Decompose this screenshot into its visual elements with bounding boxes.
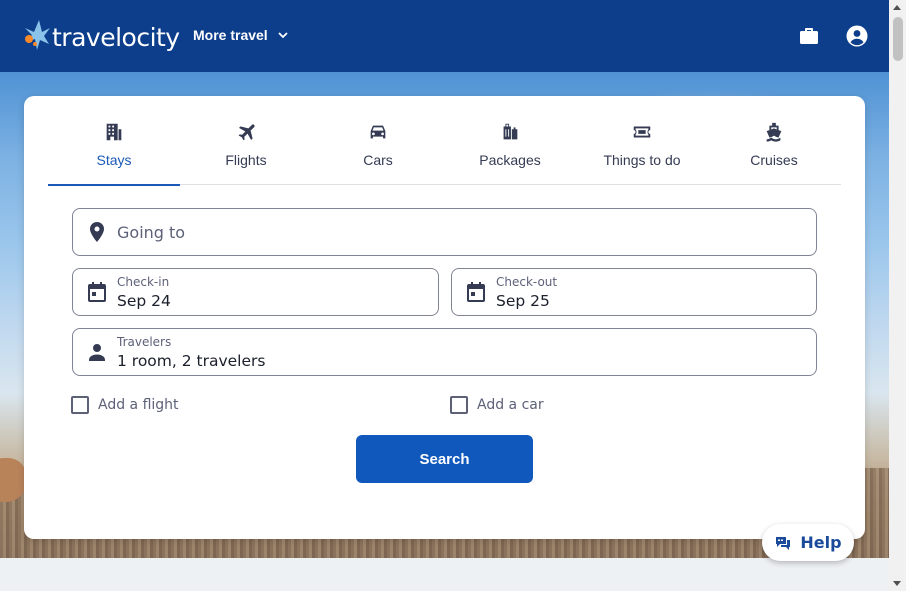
add-car-checkbox[interactable]: Add a car [450,396,544,414]
calendar-icon [466,281,486,305]
checkin-label: Check-in [117,275,170,289]
location-pin-icon [87,221,107,245]
briefcase-icon [800,28,818,44]
more-travel-label: More travel [193,27,268,43]
site-header: travelocity More travel [0,0,889,72]
travelers-label: Travelers [117,335,172,349]
page-scrollbar[interactable] [889,0,906,591]
account-button[interactable] [845,24,869,48]
tab-flights[interactable]: Flights [180,96,312,185]
chat-bubbles-icon [776,536,791,550]
travelers-value: 1 room, 2 travelers [117,352,266,370]
tab-cars[interactable]: Cars [312,96,444,185]
ship-icon [762,120,786,144]
travelocity-logo[interactable]: travelocity [22,18,180,54]
search-form-card: Stays Flights Cars Packages Things to do [24,96,865,539]
search-button[interactable]: Search [356,435,533,483]
add-flight-label: Add a flight [98,397,179,413]
scroll-up-arrow[interactable] [893,5,901,10]
luggage-icon [498,120,522,144]
tab-label: Packages [479,152,541,168]
checkbox-box[interactable] [71,396,89,414]
airplane-icon [234,120,258,144]
destination-placeholder: Going to [117,223,186,242]
tab-cruises[interactable]: Cruises [708,96,840,185]
more-travel-menu[interactable]: More travel [193,27,290,43]
scrollbar-thumb[interactable] [893,17,903,61]
help-button[interactable]: Help [762,524,854,561]
tab-label: Cruises [750,152,798,168]
trips-button[interactable] [797,24,821,48]
car-icon [366,120,390,144]
calendar-icon [87,281,107,305]
travel-type-tabs: Stays Flights Cars Packages Things to do [48,96,841,186]
add-car-label: Add a car [477,397,544,413]
tab-things-to-do[interactable]: Things to do [576,96,708,185]
checkout-date-field[interactable]: Check-out Sep 25 [451,268,817,316]
add-flight-checkbox[interactable]: Add a flight [71,396,179,414]
travelers-field[interactable]: Travelers 1 room, 2 travelers [72,328,817,376]
checkout-label: Check-out [496,275,558,289]
person-icon [87,341,107,365]
account-circle-icon [846,25,868,47]
hotel-building-icon [102,120,126,144]
chevron-down-icon [278,32,288,39]
checkbox-box[interactable] [450,396,468,414]
tab-label: Flights [225,152,267,168]
tab-stays[interactable]: Stays [48,96,180,186]
tab-label: Cars [363,152,393,168]
checkout-value: Sep 25 [496,292,550,310]
destination-input[interactable]: Going to [72,208,817,256]
ticket-icon [630,120,654,144]
tab-label: Stays [96,152,132,168]
checkin-date-field[interactable]: Check-in Sep 24 [72,268,439,316]
help-label: Help [800,533,842,552]
tab-label: Things to do [603,152,681,168]
gnome-star-icon [25,20,50,50]
tab-packages[interactable]: Packages [444,96,576,185]
scroll-down-arrow[interactable] [893,581,901,586]
logo-text: travelocity [52,22,180,52]
checkin-value: Sep 24 [117,292,171,310]
